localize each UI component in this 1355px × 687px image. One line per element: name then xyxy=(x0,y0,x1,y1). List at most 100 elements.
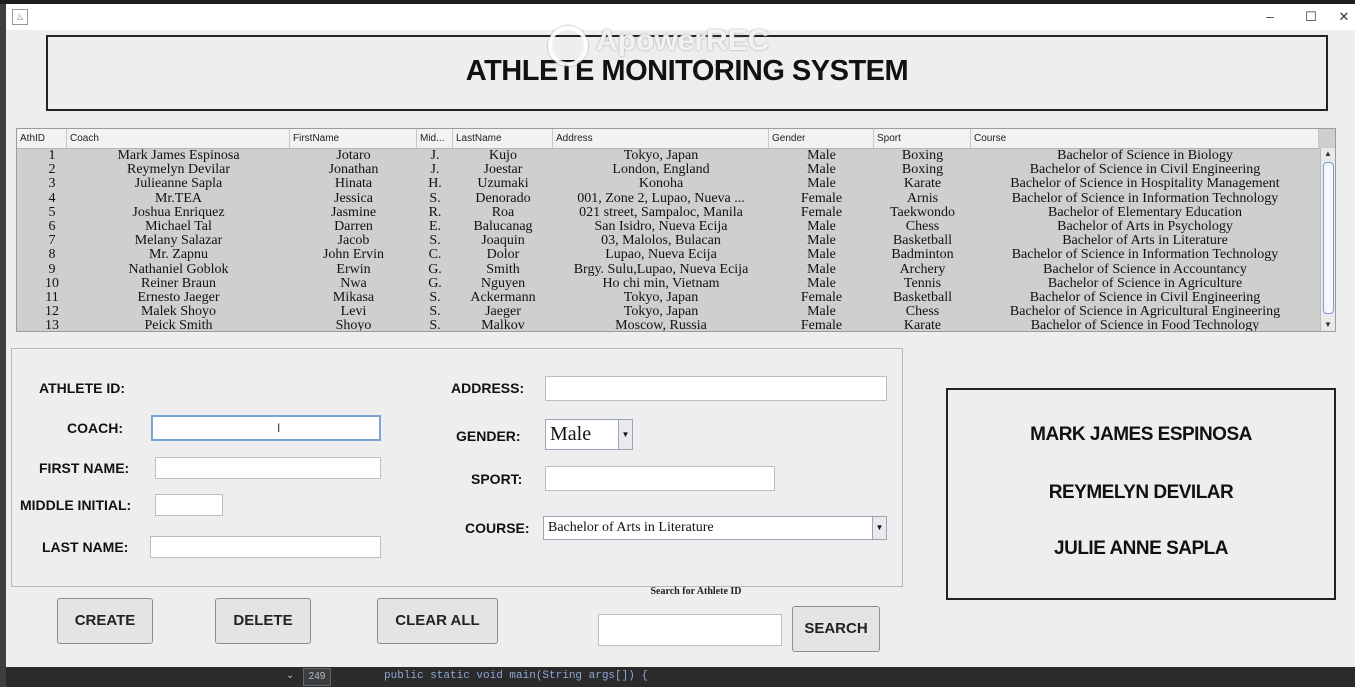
table-cell: Bachelor of Arts in Psychology xyxy=(1057,220,1233,234)
table-body[interactable]: 1 Mark James Espinosa Jotaro J. Kujo Tokyo, J… xyxy=(17,149,1319,331)
table-cell: Jotaro xyxy=(336,149,371,163)
column-header[interactable]: Coach xyxy=(67,129,290,148)
search-button[interactable]: SEARCH xyxy=(792,606,880,652)
developer-name: MARK JAMES ESPINOSA xyxy=(1030,424,1252,445)
coach-field[interactable] xyxy=(151,415,381,441)
table-row[interactable]: 10 Reiner Braun Nwa G. Nguyen Ho chi min, Vie… xyxy=(17,277,1319,291)
chevron-down-icon[interactable]: ▼ xyxy=(618,420,632,449)
athlete-form-panel: ATHLETE ID: COACH: I FIRST NAME: MIDDLE … xyxy=(11,348,903,587)
table-cell: Bachelor of Elementary Education xyxy=(1048,205,1242,220)
minimize-button[interactable]: – xyxy=(1250,7,1290,27)
table-cell: Malek Shoyo xyxy=(140,305,217,320)
last-name-label: LAST NAME: xyxy=(42,539,129,555)
search-input[interactable] xyxy=(598,614,782,646)
course-select[interactable]: Bachelor of Arts in Literature ▼ xyxy=(543,516,887,540)
column-header[interactable]: Gender xyxy=(769,129,874,148)
table-cell: Bachelor of Science in Agriculture xyxy=(1047,276,1243,291)
table-cell: Nwa xyxy=(340,276,367,291)
table-cell: G. xyxy=(428,276,442,291)
column-header[interactable]: LastName xyxy=(453,129,553,148)
column-header[interactable]: FirstName xyxy=(290,129,417,148)
gender-select[interactable]: Male ▼ xyxy=(545,419,633,450)
table-cell: Bachelor of Science in Information Techn… xyxy=(1011,191,1279,206)
chevron-down-icon: ⌄ xyxy=(286,670,295,681)
table-row[interactable]: 11 Ernesto Jaeger Mikasa S. Ackermann Tokyo, … xyxy=(17,291,1319,305)
delete-button[interactable]: DELETE xyxy=(215,598,311,644)
table-cell: Jessica xyxy=(334,191,373,206)
table-cell: Tokyo, Japan xyxy=(623,291,699,305)
athlete-table[interactable]: AthID Coach FirstName Mid... LastName Address… xyxy=(16,128,1336,332)
table-cell: Female xyxy=(800,291,843,305)
table-cell: J. xyxy=(430,149,440,163)
table-row[interactable]: 7 Melany Salazar Jacob S. Joaquin 03, Malolos… xyxy=(17,234,1319,248)
table-cell: Joshua Enriquez xyxy=(132,205,225,220)
table-cell: Michael Tal xyxy=(145,220,212,234)
table-row[interactable]: 8 Mr. Zapnu John Ervin C. Dolor Lupao, Nueva … xyxy=(17,248,1319,262)
create-button[interactable]: CREATE xyxy=(57,598,153,644)
table-cell: Tokyo, Japan xyxy=(623,305,699,320)
address-field[interactable] xyxy=(545,376,887,401)
middle-initial-label: MIDDLE INITIAL: xyxy=(20,497,132,513)
table-cell: Bachelor of Science in Civil Engineering xyxy=(1029,291,1261,305)
column-header[interactable]: Mid... xyxy=(417,129,453,148)
sport-field[interactable] xyxy=(545,466,775,491)
table-cell: Male xyxy=(807,234,836,249)
address-label: ADDRESS: xyxy=(451,380,525,396)
scroll-thumb[interactable] xyxy=(1323,162,1334,314)
column-header[interactable]: Address xyxy=(553,129,769,148)
table-cell: Female xyxy=(800,191,843,206)
coach-label: COACH: xyxy=(67,420,123,436)
table-row[interactable]: 1 Mark James Espinosa Jotaro J. Kujo Tokyo, J… xyxy=(17,149,1319,163)
table-cell: Konoha xyxy=(638,177,684,192)
last-name-field[interactable] xyxy=(150,536,381,558)
vertical-scrollbar[interactable]: ▲ ▼ xyxy=(1320,148,1335,331)
table-cell: Erwin xyxy=(336,262,371,277)
athlete-id-label: ATHLETE ID: xyxy=(39,380,126,396)
developer-name: REYMELYN DEVILAR xyxy=(1048,482,1234,503)
table-cell: Bachelor of Arts in Literature xyxy=(1062,234,1228,249)
table-row[interactable]: 4 Mr.TEA Jessica S. Denorado 001, Zone 2, Lup… xyxy=(17,192,1319,206)
table-row[interactable]: 9 Nathaniel Goblok Erwin G. Smith Brgy. Sulu,… xyxy=(17,263,1319,277)
clear-all-button[interactable]: CLEAR ALL xyxy=(377,598,498,644)
table-cell: 03, Malolos, Bulacan xyxy=(601,234,721,249)
column-header[interactable]: Sport xyxy=(874,129,971,148)
table-cell: Chess xyxy=(905,305,940,320)
table-cell: S. xyxy=(429,305,441,320)
table-cell: Nathaniel Goblok xyxy=(128,262,229,277)
table-cell: S. xyxy=(429,319,441,332)
table-row[interactable]: 12 Malek Shoyo Levi S. Jaeger Tokyo, Japan Mal… xyxy=(17,305,1319,319)
code-line: public static void main(String args[]) { xyxy=(384,670,649,682)
app-window: ♨ – ☐ ✕ ATHLETE MONITORING SYSTEM Apower… xyxy=(6,4,1355,687)
scroll-down-icon[interactable]: ▼ xyxy=(1321,319,1335,331)
table-cell: Female xyxy=(800,319,843,332)
table-cell: J. xyxy=(430,163,440,178)
column-header[interactable]: AthID xyxy=(17,129,67,148)
middle-initial-field[interactable] xyxy=(155,494,223,516)
table-cell: Roa xyxy=(491,205,515,220)
table-row[interactable]: 3 Julieanne Sapla Hinata H. Uzumaki Konoha Mal… xyxy=(17,177,1319,191)
text-cursor-icon: I xyxy=(277,421,281,435)
table-row[interactable]: 13 Peick Smith Shoyo S. Malkov Moscow, Russia… xyxy=(17,319,1319,332)
column-header[interactable]: Course xyxy=(971,129,1319,148)
close-button[interactable]: ✕ xyxy=(1332,7,1355,27)
search-label: Search for Athlete ID xyxy=(650,586,742,597)
table-cell: John Ervin xyxy=(322,248,385,263)
table-cell: C. xyxy=(428,248,442,263)
chevron-down-icon[interactable]: ▼ xyxy=(872,517,886,539)
maximize-button[interactable]: ☐ xyxy=(1291,7,1331,27)
table-cell: Archery xyxy=(899,262,946,277)
table-cell: Male xyxy=(807,262,836,277)
table-cell: 021 street, Sampaloc, Manila xyxy=(579,205,743,220)
table-row[interactable]: 2 Reymelyn Devilar Jonathan J. Joestar London… xyxy=(17,163,1319,177)
table-row[interactable]: 6 Michael Tal Darren E. Balucanag San Isidro,… xyxy=(17,220,1319,234)
table-cell: Mr. Zapnu xyxy=(148,248,209,263)
table-cell: Malkov xyxy=(481,319,525,332)
gender-label: GENDER: xyxy=(456,428,521,444)
table-row[interactable]: 5 Joshua Enriquez Jasmine R. Roa 021 street, … xyxy=(17,206,1319,220)
table-cell: Bachelor of Science in Biology xyxy=(1057,149,1233,163)
first-name-field[interactable] xyxy=(155,457,381,479)
table-cell: R. xyxy=(428,205,442,220)
scroll-up-icon[interactable]: ▲ xyxy=(1321,148,1335,160)
first-name-label: FIRST NAME: xyxy=(39,460,130,476)
table-cell: Boxing xyxy=(901,149,944,163)
